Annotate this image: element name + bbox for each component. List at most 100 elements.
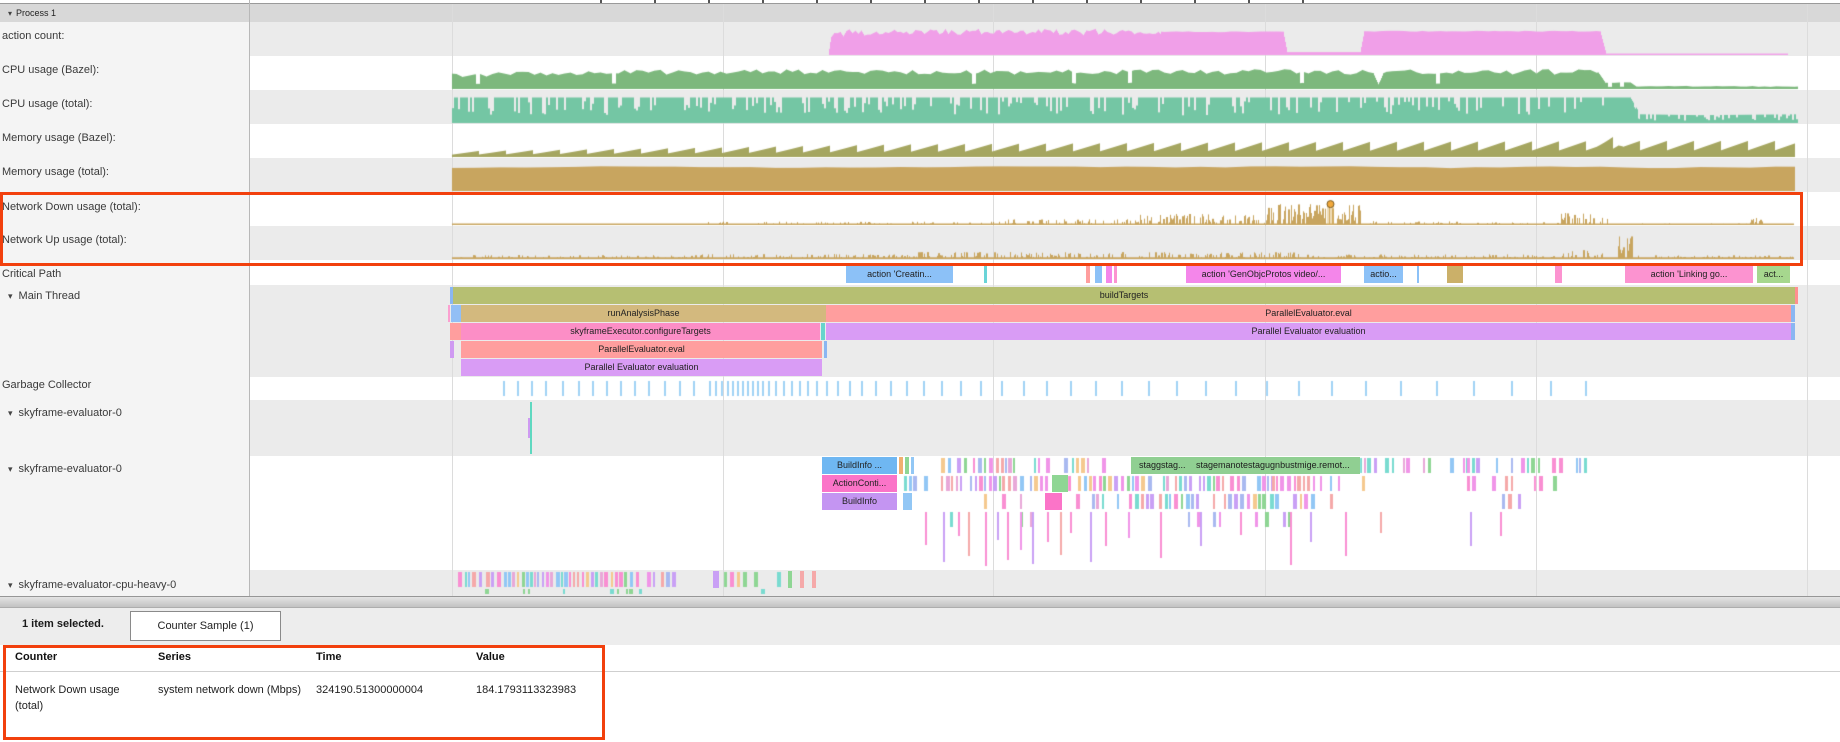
micro-slice[interactable]	[821, 323, 825, 340]
track-label-text: Main Thread	[19, 290, 81, 302]
slice[interactable]: ParallelEvaluator.eval	[461, 341, 822, 358]
micro-slice[interactable]	[450, 323, 461, 340]
cell-value[interactable]: 184.1793113323983	[476, 682, 606, 698]
track-label-text: Network Up usage (total):	[2, 234, 127, 246]
micro-slice[interactable]	[1791, 323, 1795, 340]
table-header-divider	[0, 671, 1840, 672]
panel-splitter[interactable]	[0, 596, 1840, 608]
ruler-tick	[762, 0, 764, 3]
overlapping-slice-label: staggstag...	[1139, 457, 1186, 474]
micro-slice[interactable]	[824, 341, 827, 358]
collapse-arrow-icon[interactable]: ▾	[8, 408, 13, 418]
micro-slice[interactable]	[1106, 266, 1112, 283]
collapse-arrow-icon[interactable]: ▾	[8, 9, 12, 18]
slice[interactable]: ParallelEvaluator.eval	[826, 305, 1791, 322]
collapse-arrow-icon[interactable]: ▾	[8, 580, 13, 590]
micro-slice[interactable]	[905, 457, 909, 474]
collapse-arrow-icon[interactable]: ▾	[8, 464, 13, 474]
ruler-tick	[1140, 0, 1142, 3]
micro-slice[interactable]	[800, 571, 804, 588]
micro-slice[interactable]	[1095, 266, 1102, 283]
track-label-memory-usage-total: Memory usage (total):	[0, 166, 109, 179]
micro-slice[interactable]	[450, 287, 453, 304]
slice[interactable]: BuildInfo ...	[822, 457, 897, 474]
slice[interactable]: runAnalysisPhase	[461, 305, 826, 322]
track-label-text: Memory usage (Bazel):	[2, 132, 116, 144]
cell-series[interactable]: system network down (Mbps)	[158, 682, 303, 698]
track-label-garbage-collector: Garbage Collector	[0, 379, 91, 392]
micro-slice[interactable]	[1417, 266, 1419, 283]
micro-slice[interactable]	[1045, 493, 1062, 510]
slice[interactable]: action 'Linking go...	[1625, 266, 1753, 283]
process-title: Process 1	[16, 8, 56, 18]
slice[interactable]: buildTargets	[453, 287, 1795, 304]
ruler-tick	[654, 0, 656, 3]
micro-slice[interactable]	[984, 266, 987, 283]
track-label-network-down-usage-total: Network Down usage (total):	[0, 201, 141, 214]
micro-slice[interactable]	[1052, 475, 1068, 492]
track-label-skyframe-evaluator-0[interactable]: ▾ skyframe-evaluator-0	[0, 463, 122, 476]
details-panel: 1 item selected. Counter Sample (1) Coun…	[0, 608, 1840, 742]
micro-slice[interactable]	[812, 571, 816, 588]
ruler-tick	[1248, 0, 1250, 3]
track-label-cpu-usage-total: CPU usage (total):	[0, 98, 92, 111]
track-label-memory-usage-bazel: Memory usage (Bazel):	[0, 132, 116, 145]
cell-counter[interactable]: Network Down usage (total)	[15, 682, 145, 714]
slice[interactable]: action 'Creatin...	[846, 266, 953, 283]
overlapping-slice-label: stagemanotestagugnbustmige.remot...	[1196, 457, 1350, 474]
ruler-tick	[1086, 0, 1088, 3]
micro-slice[interactable]	[899, 457, 903, 474]
track-label-text: Network Down usage (total):	[2, 201, 141, 213]
track-label-text: CPU usage (total):	[2, 98, 92, 110]
track-label-text: skyframe-evaluator-0	[19, 463, 122, 475]
track-label-skyframe-evaluator-cpu-heavy-0[interactable]: ▾ skyframe-evaluator-cpu-heavy-0	[0, 579, 176, 592]
micro-slice[interactable]	[1791, 305, 1795, 322]
slice[interactable]: BuildInfo	[822, 493, 897, 510]
micro-slice[interactable]	[530, 402, 532, 454]
timeline-panel: ▾ Process 1 action 'Creatin... action 'Gen…	[0, 0, 1840, 596]
process-header[interactable]: ▾ Process 1	[0, 4, 1840, 23]
track-label-text: Critical Path	[2, 268, 61, 280]
micro-slice[interactable]	[1795, 287, 1798, 304]
ruler-tick	[1302, 0, 1304, 3]
track-label-action-count: action count:	[0, 30, 64, 43]
col-header-value: Value	[476, 651, 606, 663]
slice[interactable]: Parallel Evaluator evaluation	[826, 323, 1791, 340]
micro-slice[interactable]	[451, 305, 461, 322]
cell-time[interactable]: 324190.51300000004	[316, 682, 466, 698]
slice[interactable]: actio...	[1364, 266, 1403, 283]
tab-counter-sample[interactable]: Counter Sample (1)	[130, 611, 281, 641]
micro-slice[interactable]	[903, 493, 912, 510]
selection-status: 1 item selected.	[22, 618, 104, 630]
slice[interactable]: Parallel Evaluator evaluation	[461, 359, 822, 376]
micro-slice[interactable]	[450, 341, 454, 358]
micro-slice[interactable]	[911, 457, 914, 474]
ruler-tick	[708, 0, 710, 3]
micro-slice[interactable]	[1447, 266, 1463, 283]
slice[interactable]: act...	[1757, 266, 1790, 283]
slice[interactable]: action 'GenObjcProtos video/...	[1186, 266, 1341, 283]
col-header-counter: Counter	[15, 651, 145, 663]
track-label-network-up-usage-total: Network Up usage (total):	[0, 234, 127, 247]
slice[interactable]: skyframeExecutor.configureTargets	[461, 323, 820, 340]
track-label-text: action count:	[2, 30, 64, 42]
track-label-main-thread[interactable]: ▾ Main Thread	[0, 290, 80, 303]
trace-viewer-app: ▾ Process 1 action 'Creatin... action 'Gen…	[0, 0, 1840, 742]
micro-slice[interactable]	[528, 418, 530, 438]
ruler-tick	[978, 0, 980, 3]
micro-slice[interactable]	[1114, 266, 1117, 283]
micro-slice[interactable]	[713, 571, 719, 588]
col-header-series: Series	[158, 651, 303, 663]
collapse-arrow-icon[interactable]: ▾	[8, 291, 13, 301]
micro-slice[interactable]	[448, 305, 450, 322]
micro-slice[interactable]	[1555, 266, 1562, 283]
slice[interactable]: ActionConti...	[822, 475, 897, 492]
ruler-tick	[1194, 0, 1196, 3]
sidebar-divider[interactable]	[249, 0, 250, 596]
micro-slice[interactable]	[1086, 266, 1090, 283]
track-label-skyframe-evaluator-0[interactable]: ▾skyframe-evaluator-0	[0, 407, 122, 420]
micro-slice[interactable]	[788, 571, 792, 588]
track-label-text: skyframe-evaluator-cpu-heavy-0	[19, 579, 177, 591]
counter-sample-table: Counter Series Time Value Network Down u…	[0, 645, 1840, 742]
ruler-tick	[924, 0, 926, 3]
